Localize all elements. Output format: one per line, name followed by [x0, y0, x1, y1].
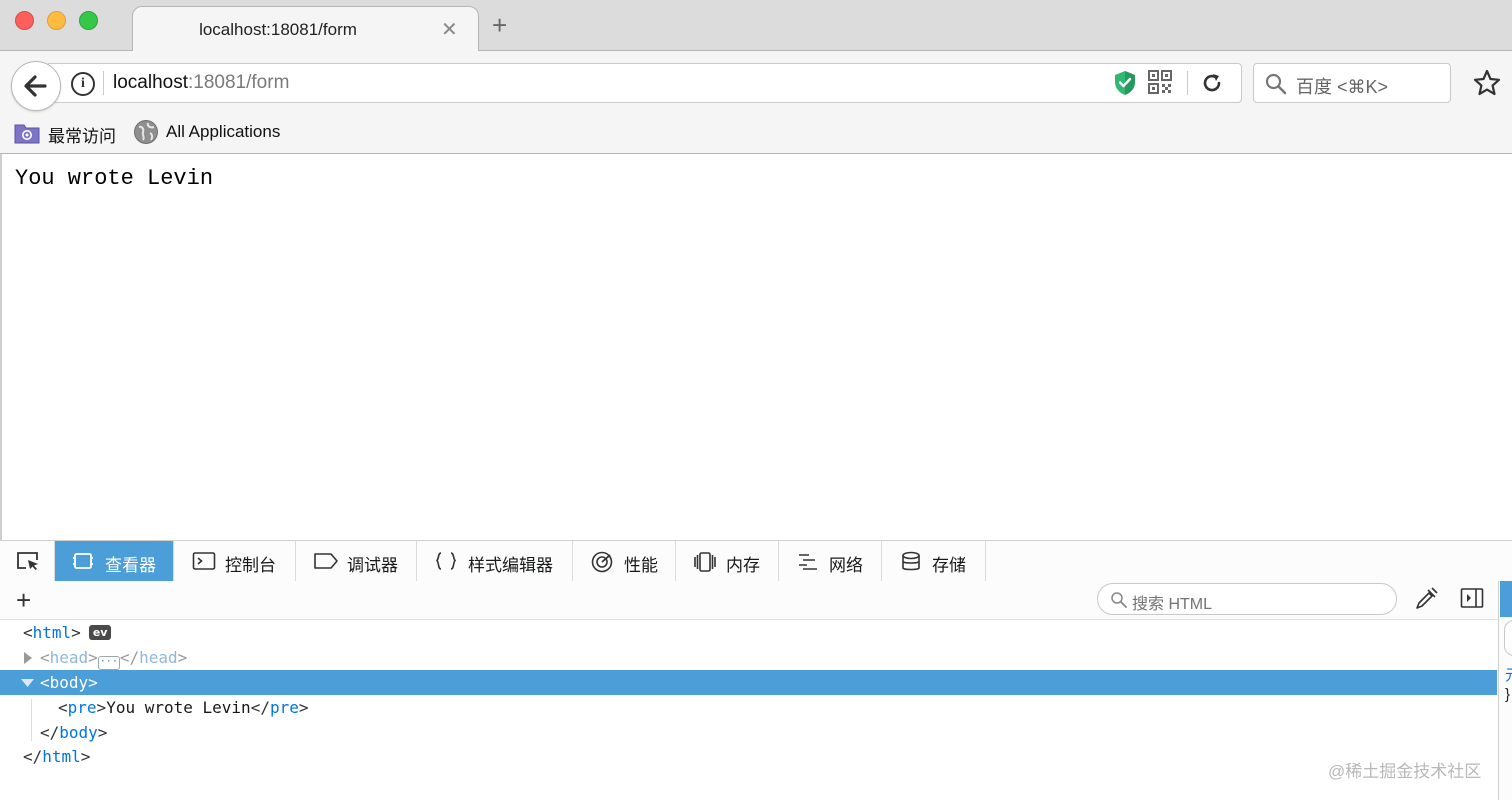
tree-guide-line [31, 699, 32, 741]
toggle-sidebar-icon[interactable] [1460, 587, 1484, 609]
markup-node-body-close[interactable]: </body> [0, 720, 1497, 745]
window-minimize-button[interactable] [47, 11, 66, 30]
tab-label: 网络 [829, 556, 863, 575]
search-html-placeholder: 搜索 HTML [1132, 596, 1213, 613]
tab-label: 控制台 [225, 556, 276, 575]
url-path: :18081/form [188, 72, 290, 93]
sidebar-text: 元 [1505, 664, 1512, 685]
page-pre-text: You wrote Levin [15, 166, 214, 191]
markup-node-body[interactable]: <body> [0, 670, 1497, 695]
tag-name: body [59, 723, 98, 742]
search-html-input[interactable]: 搜索 HTML [1097, 583, 1397, 615]
console-icon [192, 552, 216, 570]
tab-label: 性能 [624, 556, 658, 575]
bookmark-folder-icon [14, 124, 40, 144]
bookmarks-toolbar: 最常访问 All Applications [0, 115, 1512, 154]
url-bar[interactable]: i localhost:18081/form [48, 63, 1242, 103]
tab-strip: localhost:18081/form ✕ + [0, 0, 1512, 52]
markup-node-pre[interactable]: <pre>You wrote Levin</pre> [0, 695, 1497, 720]
tab-label: 存储 [932, 556, 966, 575]
devtools-tab-bar: 查看器 控制台 调试器 样式编辑器 性能 内存 网络 存储 [0, 540, 1512, 582]
tab-label: 查看器 [105, 556, 156, 575]
sidebar-text: } [1505, 686, 1511, 703]
search-bar[interactable]: 百度 <⌘K> [1253, 63, 1451, 103]
tab-performance[interactable]: 性能 [573, 541, 676, 581]
storage-icon [902, 551, 920, 571]
text-node: You wrote Levin [106, 698, 251, 717]
tab-inspector[interactable]: 查看器 [55, 541, 174, 581]
page-viewport: You wrote Levin [0, 154, 1512, 540]
back-arrow-icon [24, 75, 47, 97]
search-placeholder: 百度 <⌘K> [1296, 77, 1389, 97]
inspector-icon [73, 553, 93, 569]
bookmark-all-applications[interactable]: All Applications [166, 122, 280, 142]
tab-label: 调试器 [347, 556, 398, 575]
tab-debugger[interactable]: 调试器 [296, 541, 417, 581]
tag-name: pre [269, 698, 299, 717]
reload-icon[interactable] [1200, 71, 1224, 95]
tab-label: 样式编辑器 [468, 556, 553, 575]
tag-name: html [32, 623, 72, 642]
collapse-arrow-icon[interactable] [21, 679, 34, 687]
tag-name: head [49, 648, 89, 667]
debugger-icon [314, 553, 338, 569]
search-icon [1111, 592, 1127, 608]
window-zoom-button[interactable] [79, 11, 98, 30]
collapsed-ellipsis[interactable]: ··· [97, 656, 120, 670]
markup-node-html[interactable]: <html> ev [0, 620, 1497, 645]
globe-icon [134, 120, 158, 144]
performance-icon [591, 551, 613, 573]
add-node-button[interactable]: + [16, 587, 31, 613]
tag-name: pre [67, 698, 97, 717]
url-text[interactable]: localhost:18081/form [113, 72, 289, 94]
sidebar-filter-input[interactable] [1504, 620, 1512, 656]
markup-node-html-close[interactable]: </html> [0, 744, 1497, 769]
tab-close-icon[interactable]: ✕ [441, 17, 458, 42]
expand-arrow-icon[interactable] [24, 652, 32, 664]
tab-title: localhost:18081/form [199, 20, 357, 39]
shield-icon[interactable] [1113, 70, 1137, 96]
bookmark-star-icon[interactable] [1473, 69, 1501, 97]
tag-name: html [42, 747, 81, 766]
browser-tab[interactable]: localhost:18081/form ✕ [132, 6, 479, 52]
inspector-toolbar: + 搜索 HTML [0, 581, 1498, 620]
navigation-bar: i localhost:18081/form 百度 <⌘K> [0, 51, 1512, 115]
markup-view: <html> ev <head> ··· </head> <body> <pre>Yo… [0, 620, 1497, 800]
back-button[interactable] [11, 61, 61, 111]
bookmark-most-visited[interactable]: 最常访问 [48, 122, 116, 147]
tab-memory[interactable]: 内存 [676, 541, 779, 581]
tag-name: head [139, 648, 178, 667]
memory-icon [694, 552, 716, 572]
tab-console[interactable]: 控制台 [174, 541, 296, 581]
url-separator [1187, 71, 1188, 95]
watermark-text: @稀土掘金技术社区 [1328, 762, 1482, 781]
url-separator [103, 71, 104, 95]
tag-name: body [49, 673, 89, 692]
event-badge[interactable]: ev [88, 625, 112, 640]
element-picker-button[interactable] [0, 541, 55, 581]
network-icon [799, 554, 817, 570]
sidebar-tab-selected[interactable] [1500, 581, 1512, 617]
tab-label: 内存 [726, 556, 760, 575]
info-icon[interactable]: i [71, 72, 95, 96]
element-picker-icon [17, 552, 38, 570]
search-icon [1265, 73, 1287, 95]
markup-node-head[interactable]: <head> ··· </head> [0, 645, 1497, 670]
qr-code-icon[interactable] [1148, 70, 1172, 94]
new-tab-button[interactable]: + [492, 12, 507, 38]
tab-style-editor[interactable]: 样式编辑器 [417, 541, 573, 581]
tab-network[interactable]: 网络 [779, 541, 882, 581]
tab-storage[interactable]: 存储 [882, 541, 986, 581]
url-host: localhost [113, 72, 188, 93]
style-editor-icon [435, 552, 457, 570]
eyedropper-icon[interactable] [1414, 587, 1438, 611]
window-close-button[interactable] [15, 11, 34, 30]
